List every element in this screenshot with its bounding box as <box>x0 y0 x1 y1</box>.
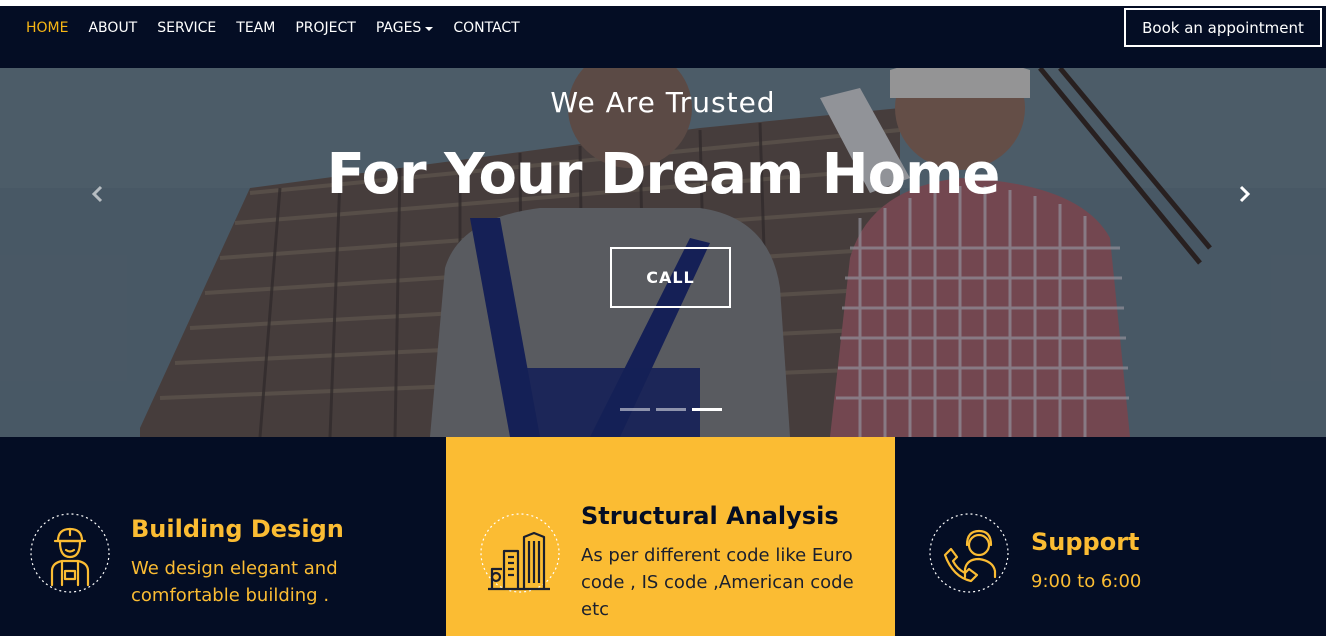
feature-structural-analysis: Structural Analysis As per different cod… <box>446 437 895 636</box>
chevron-right-icon <box>1239 185 1251 203</box>
carousel-indicator-3[interactable] <box>692 408 722 411</box>
call-button[interactable]: CALL <box>610 247 731 308</box>
feature-title: Support <box>1031 528 1140 556</box>
nav-contact[interactable]: CONTACT <box>453 20 519 36</box>
carousel-indicators <box>620 408 722 411</box>
nav-team[interactable]: TEAM <box>236 20 275 36</box>
nav-home[interactable]: HOME <box>26 20 68 36</box>
book-appointment-button[interactable]: Book an appointment <box>1124 8 1322 47</box>
navbar: HOME ABOUT SERVICE TEAM PROJECT PAGES CO… <box>0 6 1326 68</box>
chevron-left-icon <box>91 185 103 203</box>
carousel-next-button[interactable] <box>1234 184 1254 204</box>
hero-carousel: We Are Trusted For Your Dream Home CALL <box>0 68 1326 437</box>
hero-title: For Your Dream Home <box>326 142 1001 207</box>
feature-building-design: Building Design We design elegant and co… <box>0 437 446 636</box>
nav-project[interactable]: PROJECT <box>295 20 356 36</box>
feature-title: Building Design <box>131 515 344 543</box>
feature-support: Support 9:00 to 6:00 <box>895 437 1326 636</box>
support-agent-icon <box>929 513 1009 593</box>
nav-pages-dropdown[interactable]: PAGES <box>375 20 434 36</box>
carousel-prev-button[interactable] <box>88 184 108 204</box>
nav-service[interactable]: SERVICE <box>157 20 216 36</box>
main-menu: HOME ABOUT SERVICE TEAM PROJECT PAGES CO… <box>26 6 520 50</box>
city-buildings-icon <box>480 513 560 593</box>
feature-title: Structural Analysis <box>581 502 839 530</box>
caret-down-icon <box>425 26 434 31</box>
nav-about[interactable]: ABOUT <box>88 20 137 36</box>
feature-description: As per different code like Euro code , I… <box>581 545 854 620</box>
builder-worker-icon <box>30 513 110 593</box>
feature-description: 9:00 to 6:00 <box>1031 571 1142 592</box>
features-strip: Building Design We design elegant and co… <box>0 437 1326 636</box>
navbar-wrapper: HOME ABOUT SERVICE TEAM PROJECT PAGES CO… <box>0 0 1326 68</box>
carousel-indicator-2[interactable] <box>656 408 686 411</box>
nav-pages-label: PAGES <box>375 20 422 36</box>
hero-subtitle: We Are Trusted <box>550 86 776 119</box>
carousel-indicator-1[interactable] <box>620 408 650 411</box>
feature-description: We design elegant and comfortable buildi… <box>131 558 338 606</box>
